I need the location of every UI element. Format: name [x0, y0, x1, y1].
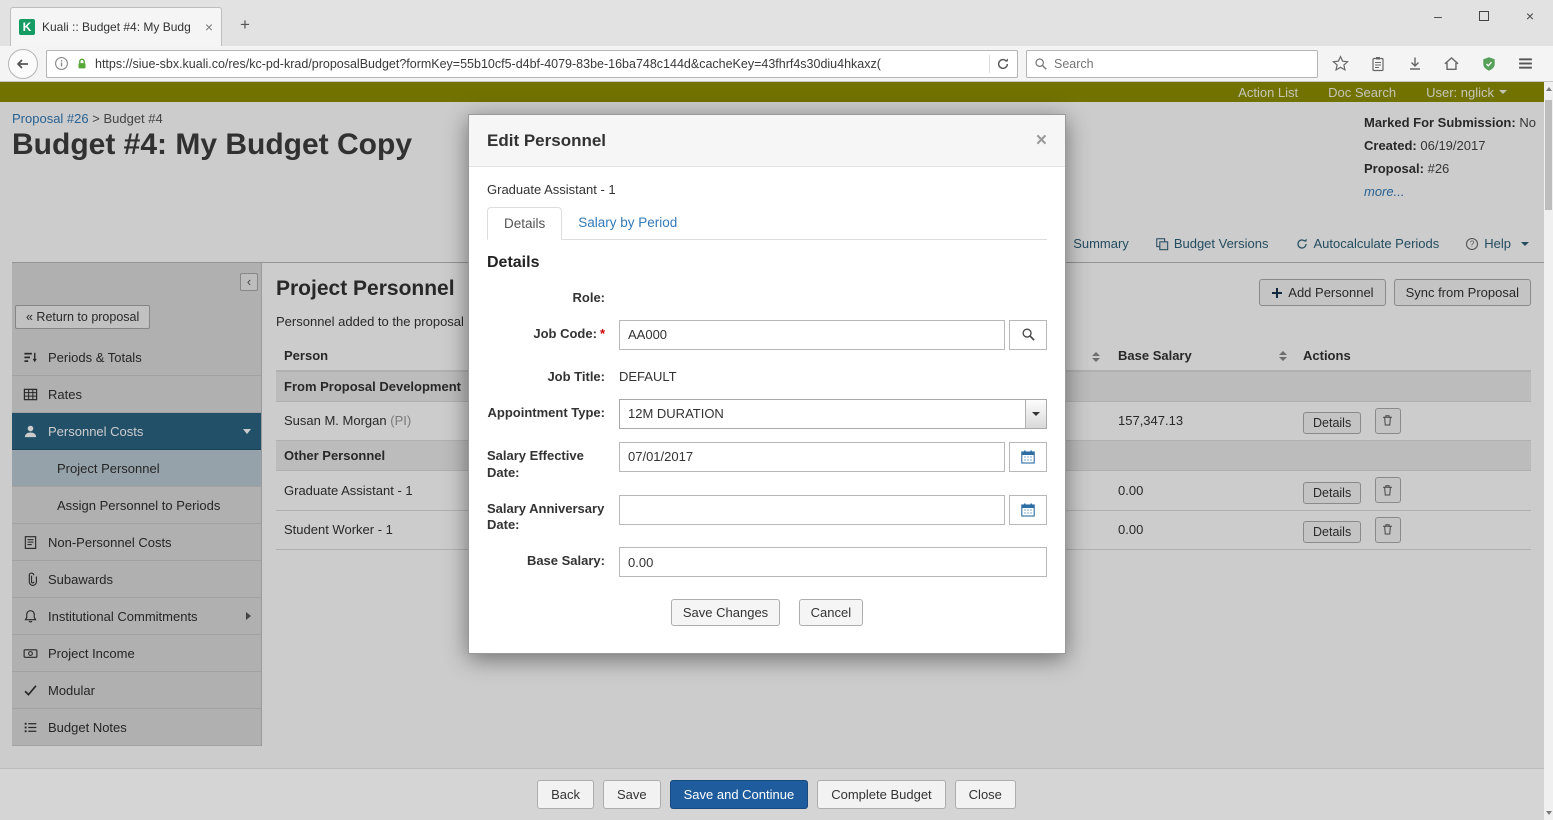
menu-button[interactable] [1511, 49, 1540, 79]
tab-details[interactable]: Details [487, 207, 562, 240]
calendar-icon [1020, 502, 1036, 518]
download-icon [1407, 56, 1423, 72]
role-label: Role: [487, 284, 619, 307]
calendar-icon [1020, 449, 1036, 465]
modal-buttons: Save Changes Cancel [487, 599, 1047, 626]
scrollbar-down-arrow[interactable] [1544, 806, 1553, 820]
modal-body: Graduate Assistant - 1 Details Salary by… [469, 167, 1065, 626]
appointment-type-field-row: Appointment Type: 12M DURATION [487, 399, 1047, 429]
tab-title: Kuali :: Budget #4: My Budg [42, 20, 198, 34]
info-icon[interactable] [54, 56, 69, 71]
salary-anniversary-date-label: Salary Anniversary Date: [487, 495, 619, 535]
bookmarks-icon [1370, 56, 1386, 72]
job-code-label-text: Job Code: [533, 326, 597, 341]
shield-extension-button[interactable] [1474, 49, 1503, 79]
modal-title: Edit Personnel [487, 131, 606, 151]
new-tab-button[interactable]: + [232, 13, 258, 39]
appointment-type-label: Appointment Type: [487, 399, 619, 422]
salary-anniversary-date-picker-button[interactable] [1009, 495, 1047, 525]
reload-icon[interactable] [996, 57, 1010, 71]
modal-tabs: Details Salary by Period [487, 207, 1047, 240]
home-icon [1443, 55, 1460, 72]
modal-subtitle: Graduate Assistant - 1 [487, 182, 1047, 197]
close-button[interactable]: Close [955, 780, 1016, 809]
scrollbar-thumb[interactable] [1545, 100, 1552, 210]
browser-window: K Kuali :: Budget #4: My Budg × + – × [0, 0, 1553, 820]
bookmark-star-button[interactable] [1326, 49, 1355, 79]
window-close-button[interactable]: × [1507, 0, 1553, 32]
search-input[interactable] [1054, 57, 1310, 71]
hamburger-menu-icon [1517, 55, 1534, 72]
chevron-down-icon [1032, 412, 1040, 416]
page-scrollbar[interactable] [1544, 82, 1553, 820]
shield-icon [1481, 56, 1497, 72]
kuali-favicon-icon: K [19, 19, 35, 35]
appointment-type-select[interactable]: 12M DURATION [619, 399, 1047, 429]
complete-budget-button[interactable]: Complete Budget [817, 780, 945, 809]
bookmarks-menu-button[interactable] [1363, 49, 1392, 79]
downloads-button[interactable] [1400, 49, 1429, 79]
scrollbar-up-arrow[interactable] [1544, 82, 1553, 96]
base-salary-field-row: Base Salary: [487, 547, 1047, 577]
details-section-title: Details [487, 254, 1047, 272]
browser-titlebar: K Kuali :: Budget #4: My Budg × + – × [0, 0, 1553, 46]
salary-effective-date-field-row: Salary Effective Date: [487, 442, 1047, 482]
job-title-label: Job Title: [487, 363, 619, 386]
salary-effective-date-picker-button[interactable] [1009, 442, 1047, 472]
salary-effective-date-label: Salary Effective Date: [487, 442, 619, 482]
modal-close-icon[interactable]: × [1036, 130, 1047, 152]
footer-action-bar: Back Save Save and Continue Complete Bud… [0, 768, 1553, 820]
tab-salary-by-period[interactable]: Salary by Period [562, 207, 693, 239]
save-changes-button[interactable]: Save Changes [671, 599, 780, 626]
cancel-button[interactable]: Cancel [799, 599, 863, 626]
job-title-field-row: Job Title: DEFAULT [487, 363, 1047, 386]
select-arrow-box[interactable] [1025, 400, 1046, 428]
url-bar[interactable] [46, 50, 1018, 78]
base-salary-label: Base Salary: [487, 547, 619, 570]
salary-effective-date-input[interactable] [619, 442, 1005, 472]
lock-icon[interactable] [75, 57, 89, 71]
tab-close-icon[interactable]: × [205, 19, 213, 35]
appointment-type-value: 12M DURATION [620, 406, 732, 421]
window-maximize-button[interactable] [1461, 0, 1507, 32]
search-icon [1034, 57, 1048, 71]
modal-header: Edit Personnel × [469, 115, 1065, 167]
search-icon [1021, 327, 1036, 342]
edit-personnel-modal: Edit Personnel × Graduate Assistant - 1 … [468, 114, 1066, 654]
window-controls: – × [1415, 0, 1553, 32]
back-button[interactable]: Back [537, 780, 594, 809]
job-code-label: Job Code:* [487, 320, 619, 343]
search-bar[interactable] [1026, 50, 1318, 78]
salary-anniversary-date-field-row: Salary Anniversary Date: [487, 495, 1047, 535]
base-salary-input[interactable] [619, 547, 1047, 577]
save-button[interactable]: Save [603, 780, 661, 809]
browser-tab[interactable]: K Kuali :: Budget #4: My Budg × [10, 7, 222, 46]
job-code-input[interactable] [619, 320, 1005, 350]
job-code-field-row: Job Code:* [487, 320, 1047, 350]
url-bar-divider [989, 55, 990, 73]
back-navigation-button[interactable] [8, 49, 38, 79]
star-icon [1332, 55, 1349, 72]
required-marker: * [600, 326, 605, 341]
salary-anniversary-date-input[interactable] [619, 495, 1005, 525]
job-code-lookup-button[interactable] [1009, 320, 1047, 350]
window-minimize-button[interactable]: – [1415, 0, 1461, 32]
back-arrow-icon [15, 56, 31, 72]
role-field-row: Role: [487, 284, 1047, 307]
job-title-value: DEFAULT [619, 363, 677, 384]
url-input[interactable] [95, 57, 983, 71]
browser-navbar [0, 46, 1553, 82]
home-button[interactable] [1437, 49, 1466, 79]
save-and-continue-button[interactable]: Save and Continue [670, 780, 809, 809]
